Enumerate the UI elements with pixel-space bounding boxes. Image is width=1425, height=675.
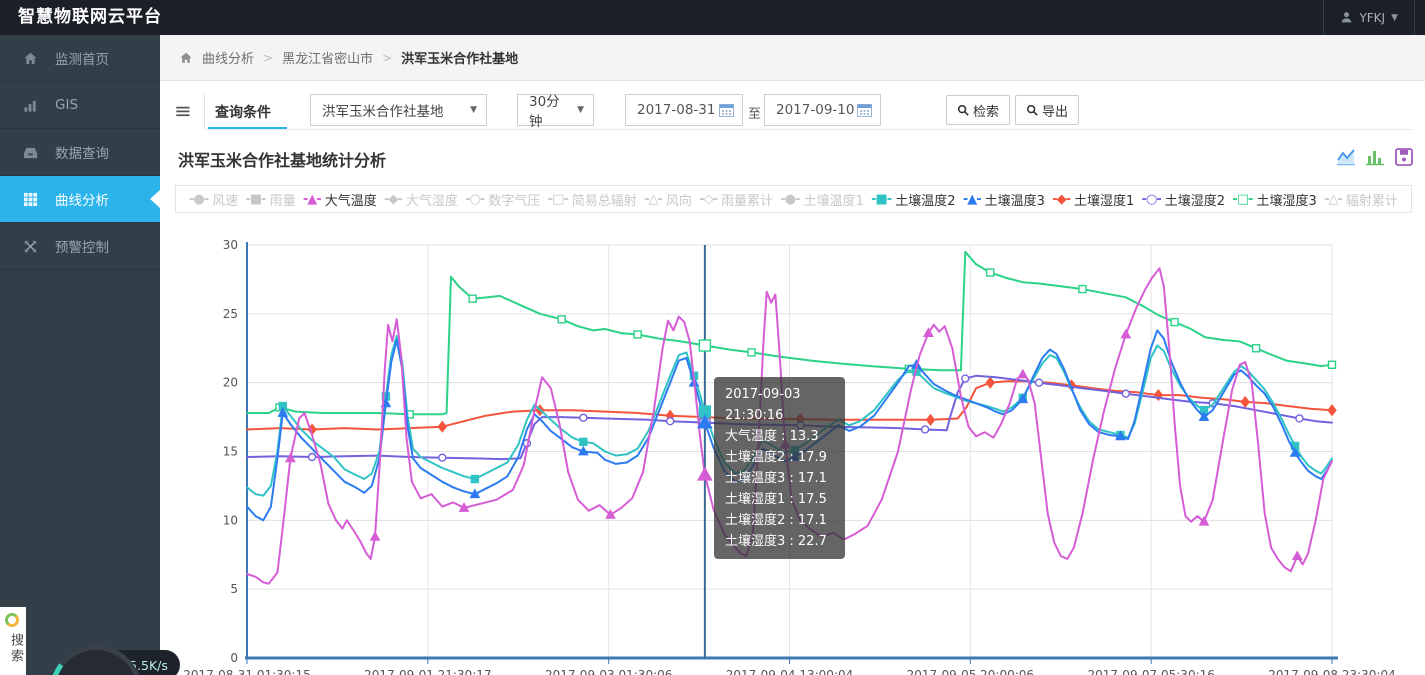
sidebar-item-label: 曲线分析 [55, 193, 109, 209]
sidebar-item-home[interactable]: 监测首页 [0, 35, 160, 82]
svg-text:2017-09-04 13:00:04: 2017-09-04 13:00:04 [726, 668, 853, 675]
svg-text:2017-09-05 20:00:06: 2017-09-05 20:00:06 [907, 668, 1034, 675]
svg-text:2017-09-03 01:30:06: 2017-09-03 01:30:06 [545, 668, 672, 675]
svg-text:2017-08-31 01:30:15: 2017-08-31 01:30:15 [183, 668, 310, 675]
user-menu[interactable]: YFKJ ▼ [1323, 0, 1415, 35]
sidebar-item-label: GIS [55, 97, 79, 113]
inbox-icon [23, 145, 38, 160]
svg-text:2017-09-08 23:30:04: 2017-09-08 23:30:04 [1268, 668, 1395, 675]
sidebar-item-label: 预警控制 [55, 240, 109, 256]
sidebar-item-label: 监测首页 [55, 52, 109, 68]
svg-text:20: 20 [223, 376, 238, 390]
grid-icon [23, 192, 38, 207]
search-sidebar-widget[interactable]: 搜索 [0, 607, 26, 675]
sidebar-nav: 监测首页 GIS 数据查询 曲线分析 预警控制 [0, 35, 160, 270]
expand-arrows-icon [23, 239, 38, 254]
user-icon [1342, 12, 1352, 23]
sidebar-item-expand-arrows[interactable]: 预警控制 [0, 223, 160, 270]
app-title: 智慧物联网云平台 [18, 7, 162, 27]
chart-canvas[interactable]: 2017-08-31 01:30:15 2017-09-01 21:30:17 20… [0, 0, 1425, 675]
page: 智慧物联网云平台 YFKJ ▼ 监测首页 GIS 数据查询 曲线分析 预警控制 … [0, 0, 1425, 675]
sidebar-item-inbox[interactable]: 数据查询 [0, 129, 160, 176]
search-vertical-label: 搜索 [8, 633, 23, 665]
svg-text:25: 25 [223, 307, 238, 321]
svg-text:2017-09-07 05:30:16: 2017-09-07 05:30:16 [1087, 668, 1214, 675]
home-icon [23, 51, 38, 66]
sidebar-item-grid[interactable]: 曲线分析 [0, 176, 160, 223]
svg-text:2017-09-01 21:30:17: 2017-09-01 21:30:17 [364, 668, 491, 675]
signal-bars-icon [23, 98, 38, 113]
sidebar-item-signal-bars[interactable]: GIS [0, 82, 160, 129]
sidebar-item-label: 数据查询 [55, 146, 109, 162]
user-name: YFKJ [1359, 10, 1386, 25]
svg-text:15: 15 [223, 445, 238, 459]
svg-text:10: 10 [223, 513, 238, 527]
svg-text:30: 30 [223, 238, 238, 252]
search-logo-icon [5, 613, 19, 627]
sidebar: 监测首页 GIS 数据查询 曲线分析 预警控制 [0, 35, 160, 675]
chevron-down-icon: ▼ [1391, 12, 1398, 23]
svg-text:0: 0 [230, 651, 238, 665]
svg-text:5: 5 [230, 582, 238, 596]
app-header: 智慧物联网云平台 YFKJ ▼ [0, 0, 1425, 35]
